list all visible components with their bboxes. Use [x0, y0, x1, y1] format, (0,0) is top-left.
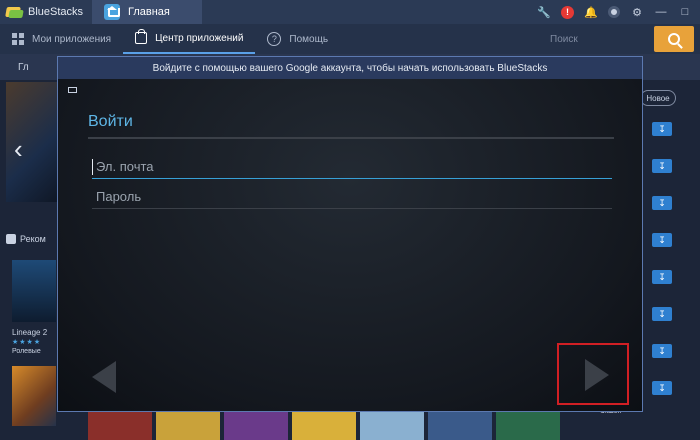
window-controls: 🔧 ! 🔔 ⚙ — □	[537, 0, 700, 24]
password-placeholder: Пароль	[96, 189, 142, 204]
maximize-icon[interactable]: □	[678, 5, 692, 19]
alert-icon[interactable]: !	[561, 5, 574, 19]
download-icon[interactable]: ↧	[652, 344, 672, 358]
thumb-up-icon	[6, 234, 16, 244]
dialog-header: Войдите с помощью вашего Google аккаунта…	[58, 57, 642, 79]
title-divider	[88, 137, 614, 139]
app-thumbnail[interactable]	[12, 366, 56, 426]
download-icon[interactable]: ↧	[652, 122, 672, 136]
grid-icon	[12, 33, 24, 45]
google-signin-dialog: Войдите с помощью вашего Google аккаунта…	[57, 56, 643, 412]
email-placeholder: Эл. почта	[96, 159, 154, 174]
nav-bar: Мои приложения Центр приложений ? Помощь…	[0, 24, 700, 54]
bell-icon[interactable]: 🔔	[584, 5, 598, 19]
app-rating: ★★★★	[12, 339, 42, 346]
nav-my-apps-label: Мои приложения	[32, 33, 112, 45]
search-button[interactable]	[654, 26, 694, 52]
bluestacks-logo-icon	[5, 5, 24, 19]
minimize-icon[interactable]: —	[654, 5, 668, 19]
search-placeholder: Поиск	[550, 33, 578, 45]
next-arrow-icon[interactable]	[585, 359, 609, 391]
new-filter-button[interactable]: Новое	[640, 90, 676, 106]
search-icon	[668, 33, 680, 45]
recommended-text: Реком	[20, 234, 46, 244]
tab-home-label: Главная	[128, 6, 170, 18]
keyboard-icon	[68, 87, 77, 93]
shopping-bag-icon	[135, 29, 148, 44]
nav-app-center[interactable]: Центр приложений	[123, 24, 256, 54]
download-icon[interactable]: ↧	[652, 381, 672, 395]
breadcrumb-text: Гл	[18, 61, 29, 73]
app-name-label: Lineage 2	[12, 328, 48, 337]
signin-title: Войти	[88, 113, 133, 130]
download-icon[interactable]: ↧	[652, 307, 672, 321]
nav-app-center-label: Центр приложений	[155, 32, 244, 44]
download-icon[interactable]: ↧	[652, 270, 672, 284]
download-icon[interactable]: ↧	[652, 196, 672, 210]
search-input[interactable]: Поиск	[542, 28, 652, 50]
nav-help-label: Помощь	[289, 33, 329, 45]
app-logo: BlueStacks	[0, 0, 88, 24]
email-field[interactable]: Эл. почта	[92, 155, 612, 179]
app-thumbnail[interactable]	[12, 260, 56, 322]
dialog-body: Войти Эл. почта Пароль	[58, 79, 642, 411]
app-name: BlueStacks	[28, 6, 84, 18]
back-arrow-icon[interactable]	[92, 361, 116, 393]
download-icon[interactable]: ↧	[652, 233, 672, 247]
download-buttons: ↧ ↧ ↧ ↧ ↧ ↧ ↧ ↧	[652, 122, 672, 395]
record-icon[interactable]	[608, 6, 620, 18]
dialog-header-text: Войдите с помощью вашего Google аккаунта…	[152, 62, 548, 74]
settings-icon[interactable]: ⚙	[630, 5, 644, 19]
title-bar: BlueStacks Главная 🔧 ! 🔔 ⚙ — □	[0, 0, 700, 24]
wrench-icon[interactable]: 🔧	[537, 5, 551, 19]
nav-help[interactable]: ? Помощь	[255, 24, 340, 54]
password-field[interactable]: Пароль	[92, 185, 612, 209]
tab-home[interactable]: Главная	[92, 0, 202, 24]
chevron-left-icon[interactable]: ‹	[14, 134, 23, 165]
help-icon: ?	[267, 32, 282, 46]
home-icon	[104, 4, 120, 20]
app-genre: Ролевые	[12, 348, 41, 355]
recommended-label: Реком	[6, 234, 46, 244]
nav-my-apps[interactable]: Мои приложения	[0, 24, 123, 54]
download-icon[interactable]: ↧	[652, 159, 672, 173]
